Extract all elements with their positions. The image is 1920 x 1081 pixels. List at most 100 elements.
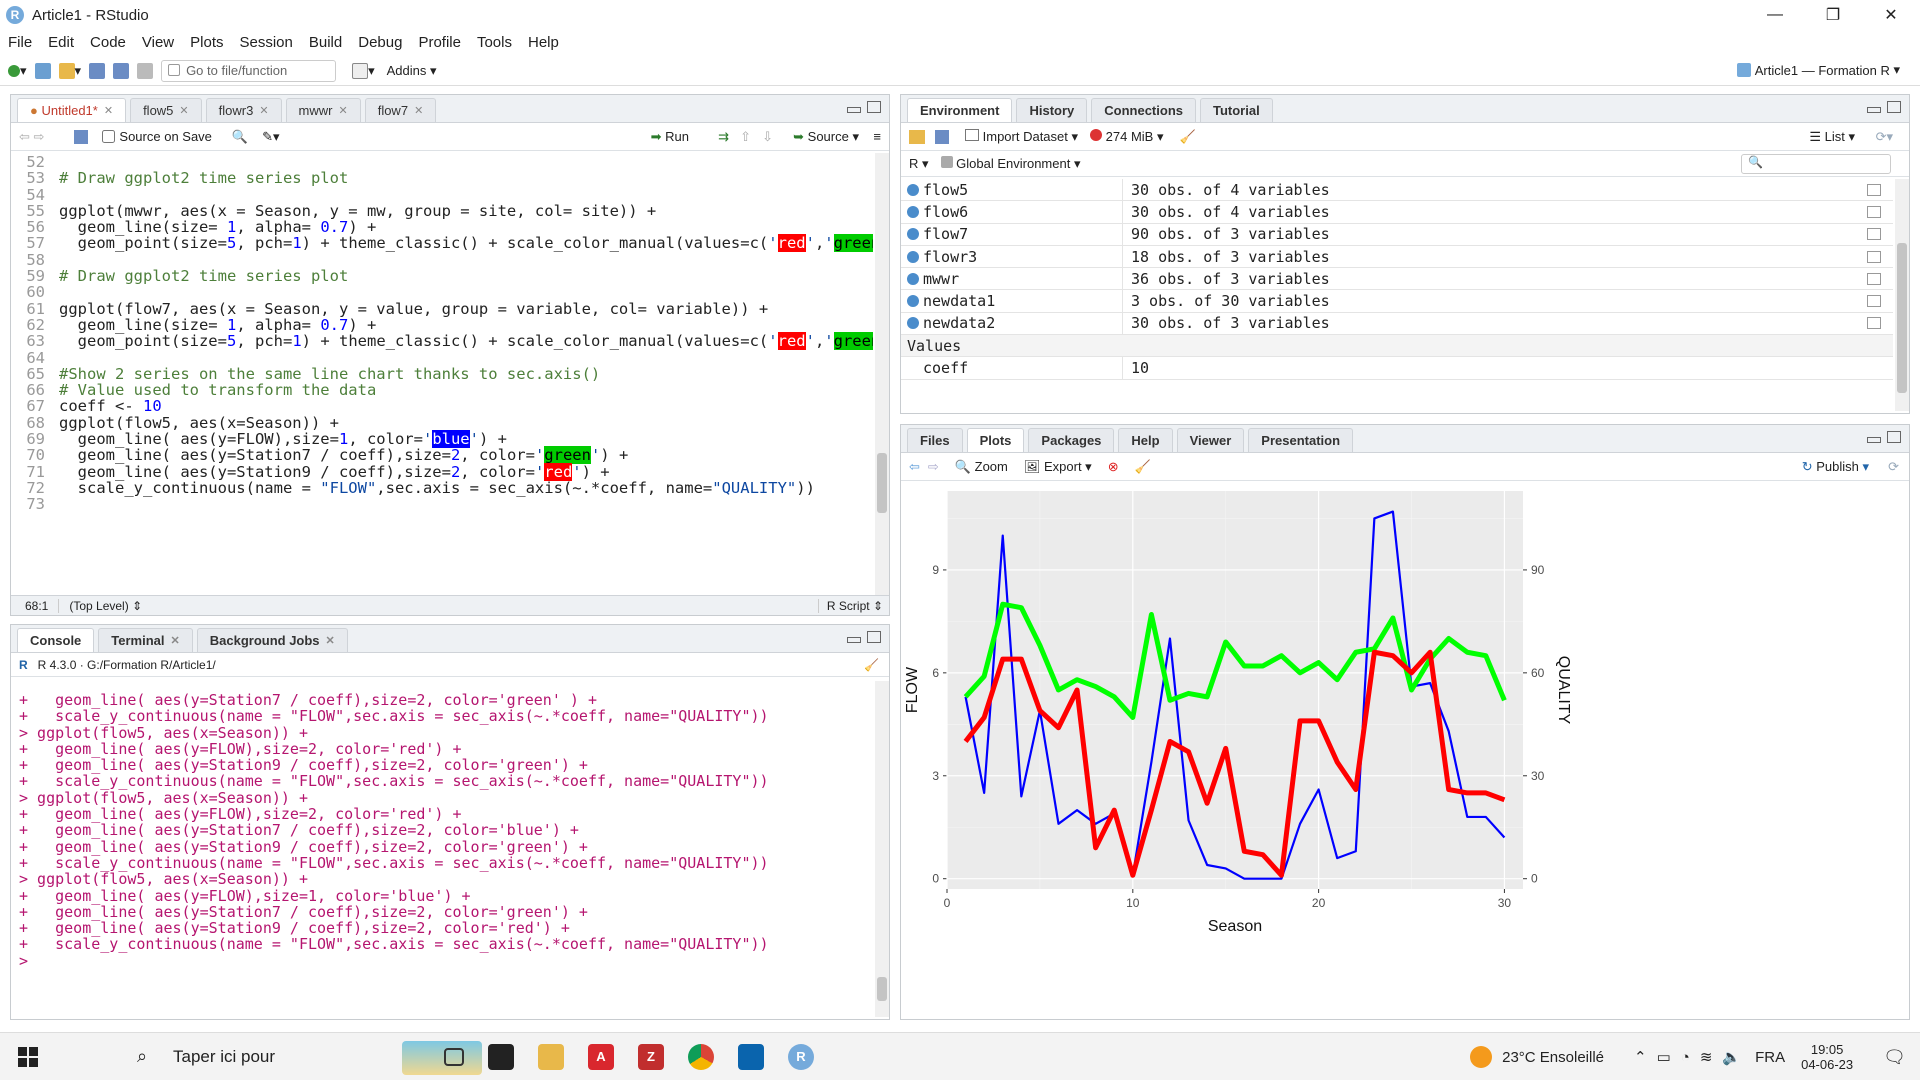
code-line[interactable]: 70 geom_line( aes(y=Station7 / coeff),si… bbox=[11, 446, 873, 465]
remove-plot-icon[interactable]: ⊗ bbox=[1108, 459, 1119, 475]
view-table-icon[interactable] bbox=[1867, 295, 1881, 308]
tab-terminal[interactable]: Terminal ✕ bbox=[98, 628, 193, 652]
code-editor[interactable]: 52 53 # Draw ggplot2 time series plot 54 55 g… bbox=[11, 153, 873, 595]
taskbar-search[interactable]: ⌕ Taper ici pour bbox=[62, 1033, 482, 1081]
code-line[interactable]: 62 geom_line(size= 1, alpha= 0.7) + bbox=[11, 316, 873, 334]
previous-plot-icon[interactable]: ⇦ bbox=[909, 459, 920, 475]
code-line[interactable]: 66 # Value used to transform the data bbox=[11, 381, 873, 399]
code-line[interactable]: 58 bbox=[11, 251, 873, 269]
import-dataset-button[interactable]: Import Dataset ▾ bbox=[965, 128, 1078, 145]
minimize-pane-icon[interactable] bbox=[847, 637, 861, 643]
outline-icon[interactable]: ≡ bbox=[873, 129, 881, 144]
console-scrollbar[interactable] bbox=[875, 681, 889, 1017]
console-output[interactable]: + geom_line( aes(y=Station7 / coeff),siz… bbox=[19, 691, 873, 1015]
tab-tutorial[interactable]: Tutorial bbox=[1200, 98, 1273, 122]
view-table-icon[interactable] bbox=[1867, 228, 1881, 241]
chevron-up-icon[interactable]: ⌃ bbox=[1634, 1048, 1647, 1066]
rerun-icon[interactable]: ⇉ bbox=[718, 129, 729, 145]
environment-row[interactable]: flow7 90 obs. of 3 variables bbox=[901, 223, 1893, 246]
minimize-pane-icon[interactable] bbox=[1867, 437, 1881, 443]
code-line[interactable]: 54 bbox=[11, 186, 873, 204]
memory-usage[interactable]: 274 MiB ▾ bbox=[1090, 128, 1164, 145]
view-table-icon[interactable] bbox=[1867, 250, 1881, 263]
weather-icon[interactable] bbox=[1470, 1046, 1493, 1068]
print-icon[interactable] bbox=[137, 62, 154, 79]
windows-start-icon[interactable] bbox=[18, 1047, 38, 1067]
close-icon[interactable]: ✕ bbox=[171, 634, 180, 647]
refresh-icon[interactable]: ⟳ bbox=[1888, 459, 1899, 475]
global-env-selector[interactable]: Global Environment ▾ bbox=[940, 155, 1080, 172]
code-line[interactable]: 57 geom_point(size=5, pch=1) + theme_cla… bbox=[11, 234, 873, 253]
menu-help[interactable]: Help bbox=[520, 34, 567, 51]
menu-file[interactable]: File bbox=[0, 34, 40, 51]
tab-flowr3[interactable]: flowr3 ✕ bbox=[205, 98, 282, 122]
tab-background-jobs[interactable]: Background Jobs ✕ bbox=[196, 628, 348, 652]
code-line[interactable]: 56 geom_line(size= 1, alpha= 0.7) + bbox=[11, 218, 873, 236]
grid-layout-icon[interactable]: ▾ bbox=[352, 62, 375, 79]
language-selector[interactable]: R ▾ bbox=[909, 156, 929, 172]
environment-row[interactable]: mwwr 36 obs. of 3 variables bbox=[901, 268, 1893, 291]
sticky-notes-icon[interactable] bbox=[488, 1043, 514, 1070]
magic-wand-icon[interactable]: ✎▾ bbox=[262, 129, 279, 145]
maximize-pane-icon[interactable] bbox=[867, 631, 881, 643]
menu-profile[interactable]: Profile bbox=[410, 34, 469, 51]
menu-build[interactable]: Build bbox=[301, 34, 350, 51]
close-icon[interactable]: ✕ bbox=[414, 104, 423, 117]
network-icon[interactable]: ◔ bbox=[1681, 1049, 1690, 1066]
environment-scrollbar[interactable] bbox=[1895, 179, 1909, 411]
wifi-icon[interactable]: ≋ bbox=[1700, 1048, 1713, 1066]
clear-console-icon[interactable]: 🧹 bbox=[864, 658, 879, 672]
tab-viewer[interactable]: Viewer bbox=[1176, 428, 1245, 452]
zoom-button[interactable]: 🔍 Zoom bbox=[955, 459, 1008, 475]
tab-flow5[interactable]: flow5 ✕ bbox=[130, 98, 202, 122]
menu-code[interactable]: Code bbox=[82, 34, 134, 51]
next-plot-icon[interactable]: ⇨ bbox=[928, 459, 939, 475]
save-icon[interactable] bbox=[89, 62, 106, 79]
close-icon[interactable]: ✕ bbox=[104, 104, 113, 117]
environment-row[interactable]: flow5 30 obs. of 4 variables bbox=[901, 179, 1893, 202]
tab-environment[interactable]: Environment bbox=[907, 98, 1013, 122]
code-line[interactable]: 65 #Show 2 series on the same line chart … bbox=[11, 365, 873, 383]
zotero-icon[interactable]: Z bbox=[638, 1043, 664, 1070]
export-button[interactable]: 🖼 Export ▾ bbox=[1024, 459, 1092, 475]
project-menu[interactable]: Article1 — Formation R ▾ bbox=[1736, 62, 1900, 78]
weather-label[interactable]: 23°C Ensoleillé bbox=[1502, 1049, 1604, 1066]
task-view-icon[interactable] bbox=[444, 1047, 464, 1066]
minimize-pane-icon[interactable] bbox=[847, 107, 861, 113]
tab-packages[interactable]: Packages bbox=[1028, 428, 1115, 452]
expand-icon[interactable] bbox=[907, 295, 919, 308]
expand-icon[interactable] bbox=[907, 250, 919, 263]
goto-file-input[interactable]: Go to file/function bbox=[161, 59, 337, 82]
new-project-button[interactable] bbox=[34, 62, 51, 79]
maximize-button[interactable]: ❐ bbox=[1804, 0, 1862, 30]
back-arrow-icon[interactable]: ⇦ ⇨ bbox=[19, 129, 44, 145]
code-line[interactable]: 52 bbox=[11, 153, 873, 171]
tab-connections[interactable]: Connections bbox=[1091, 98, 1196, 122]
clock[interactable]: 19:05 04-06-23 bbox=[1801, 1042, 1853, 1072]
maximize-pane-icon[interactable] bbox=[1887, 101, 1901, 113]
menu-debug[interactable]: Debug bbox=[350, 34, 410, 51]
code-line[interactable]: 59 # Draw ggplot2 time series plot bbox=[11, 267, 873, 285]
menu-tools[interactable]: Tools bbox=[469, 34, 520, 51]
list-view-selector[interactable]: ☰ List ▾ bbox=[1809, 129, 1855, 145]
view-table-icon[interactable] bbox=[1867, 183, 1881, 196]
environment-search-input[interactable]: 🔍 bbox=[1741, 153, 1891, 174]
save-workspace-icon[interactable] bbox=[935, 129, 949, 144]
close-button[interactable]: ✕ bbox=[1862, 0, 1920, 30]
expand-icon[interactable] bbox=[907, 228, 919, 241]
volume-icon[interactable]: 🔈 bbox=[1722, 1048, 1741, 1066]
outlook-icon[interactable] bbox=[738, 1043, 764, 1070]
tab-files[interactable]: Files bbox=[907, 428, 963, 452]
up-arrow-icon[interactable]: ⇧ bbox=[740, 129, 751, 145]
tab-plots[interactable]: Plots bbox=[966, 428, 1025, 452]
addins-menu[interactable]: Addins ▾ bbox=[387, 63, 437, 79]
code-line[interactable]: 68 ggplot(flow5, aes(x=Season)) + bbox=[11, 414, 873, 432]
code-line[interactable]: 61 ggplot(flow7, aes(x = Season, y = valu… bbox=[11, 300, 873, 318]
expand-icon[interactable] bbox=[907, 317, 919, 330]
code-line[interactable]: 53 # Draw ggplot2 time series plot bbox=[11, 169, 873, 187]
refresh-icon[interactable]: ⟳▾ bbox=[1876, 129, 1893, 145]
source-button[interactable]: ➥ Source ▾ bbox=[793, 129, 859, 145]
expand-icon[interactable] bbox=[907, 272, 919, 285]
minimize-button[interactable]: — bbox=[1746, 0, 1804, 30]
tab-mwwr[interactable]: mwwr ✕ bbox=[285, 98, 361, 122]
